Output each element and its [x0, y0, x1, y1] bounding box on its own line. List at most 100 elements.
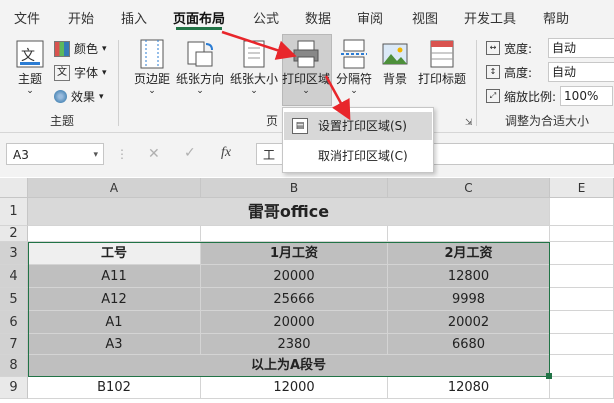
set-print-area-item[interactable]: ▤ 设置打印区域(S) — [284, 112, 432, 140]
header-cell-id[interactable]: 工号 — [28, 242, 201, 265]
table-cell[interactable] — [550, 311, 614, 334]
margins-icon — [140, 39, 164, 69]
print-area-label: 打印区域 — [281, 72, 330, 86]
row-header-8[interactable]: 8 — [0, 355, 28, 377]
column-header-a[interactable]: A — [28, 178, 201, 198]
column-header-e[interactable]: E — [550, 178, 614, 198]
row-header-5[interactable]: 5 — [0, 288, 28, 311]
table-cell[interactable]: 12000 — [201, 377, 388, 399]
svg-text:文: 文 — [21, 48, 35, 64]
chevron-down-icon: ▾ — [102, 67, 107, 78]
table-cell[interactable]: 12080 — [388, 377, 550, 399]
tab-page-layout[interactable]: 页面布局 — [173, 8, 225, 27]
background-label: 背景 — [382, 72, 407, 86]
chevron-down-icon: ⌄ — [148, 86, 156, 96]
table-cell[interactable]: B102 — [28, 377, 201, 399]
table-cell[interactable]: 20000 — [201, 265, 388, 288]
size-label: 纸张大小 — [229, 72, 278, 86]
print-area-button[interactable]: 打印区域 ⌄ — [280, 38, 332, 96]
themes-button[interactable]: 文 主题 ⌄ — [10, 38, 50, 96]
header-cell-jan[interactable]: 1月工资 — [201, 242, 388, 265]
tab-help[interactable]: 帮助 — [543, 8, 569, 27]
column-header-b[interactable]: B — [201, 178, 388, 198]
table-cell[interactable]: 6680 — [388, 334, 550, 355]
select-all-corner[interactable] — [0, 178, 28, 198]
table-cell[interactable] — [550, 198, 614, 226]
breaks-button[interactable]: 分隔符 ⌄ — [334, 38, 374, 96]
set-print-area-icon: ▤ — [292, 118, 308, 134]
table-cell[interactable]: A12 — [28, 288, 201, 311]
height-control[interactable]: ↕ 高度: 自动 — [486, 62, 614, 82]
clear-print-area-item[interactable]: 取消打印区域(C) — [284, 142, 432, 170]
print-area-menu: ▤ 设置打印区域(S) 取消打印区域(C) — [282, 107, 434, 173]
row-header-3[interactable]: 3 — [0, 242, 28, 265]
margins-button[interactable]: 页边距 ⌄ — [130, 38, 174, 96]
table-cell[interactable] — [550, 288, 614, 311]
breaks-label: 分隔符 — [335, 72, 372, 86]
table-cell[interactable] — [550, 355, 614, 377]
chevron-down-icon: ▾ — [99, 91, 104, 102]
row-header-1[interactable]: 1 — [0, 198, 28, 226]
table-cell[interactable]: 2380 — [201, 334, 388, 355]
ribbon-tab-bar: 文件 开始 插入 页面布局 公式 数据 审阅 视图 开发工具 帮助 — [0, 0, 614, 34]
table-cell[interactable] — [388, 226, 550, 242]
name-box[interactable]: A3 ▾ — [6, 143, 104, 165]
cancel-icon[interactable]: ✕ — [148, 146, 160, 162]
table-cell[interactable] — [550, 334, 614, 355]
table-cell[interactable] — [550, 226, 614, 242]
scale-label: 缩放比例: — [504, 89, 557, 104]
header-cell-feb[interactable]: 2月工资 — [388, 242, 550, 265]
colors-label: 颜色 — [74, 42, 99, 56]
width-select[interactable]: 自动 — [548, 38, 614, 58]
size-button[interactable]: 纸张大小 ⌄ — [228, 38, 280, 96]
table-cell[interactable] — [28, 226, 201, 242]
tab-formulas[interactable]: 公式 — [253, 8, 279, 27]
tab-developer[interactable]: 开发工具 — [464, 8, 516, 27]
print-titles-button[interactable]: 打印标题 — [414, 38, 470, 87]
table-cell[interactable] — [550, 265, 614, 288]
enter-icon[interactable]: ✓ — [184, 145, 196, 161]
row-header-7[interactable]: 7 — [0, 334, 28, 355]
row-header-9[interactable]: 9 — [0, 377, 28, 399]
insert-function-icon[interactable]: fx — [221, 145, 231, 161]
row-header-4[interactable]: 4 — [0, 265, 28, 288]
colors-button[interactable]: 颜色 ▾ — [54, 40, 107, 57]
sheet-title-cell[interactable]: 雷哥office — [28, 198, 550, 226]
chevron-down-icon: ⌄ — [26, 86, 34, 96]
row-header-6[interactable]: 6 — [0, 311, 28, 334]
table-cell[interactable] — [550, 242, 614, 265]
tab-view[interactable]: 视图 — [412, 8, 438, 27]
height-select[interactable]: 自动 — [548, 62, 614, 82]
tab-home[interactable]: 开始 — [68, 8, 94, 27]
row-header-2[interactable]: 2 — [0, 226, 28, 242]
table-cell[interactable]: 12800 — [388, 265, 550, 288]
table-cell[interactable]: 25666 — [201, 288, 388, 311]
effects-button[interactable]: 效果 ▾ — [54, 88, 104, 105]
fill-handle[interactable] — [546, 373, 552, 379]
group-divider — [476, 40, 477, 126]
table-cell[interactable] — [201, 226, 388, 242]
fonts-button[interactable]: 文 字体 ▾ — [54, 64, 107, 81]
table-cell[interactable]: 20002 — [388, 311, 550, 334]
tab-file[interactable]: 文件 — [14, 8, 40, 27]
orientation-button[interactable]: 纸张方向 ⌄ — [174, 38, 226, 96]
column-header-c[interactable]: C — [388, 178, 550, 198]
tab-insert[interactable]: 插入 — [121, 8, 147, 27]
table-cell[interactable]: A3 — [28, 334, 201, 355]
group-divider — [118, 40, 119, 126]
scale-control[interactable]: ⤢ 缩放比例: 100% — [486, 86, 614, 106]
width-icon: ↔ — [486, 41, 500, 55]
width-control[interactable]: ↔ 宽度: 自动 — [486, 38, 614, 58]
fonts-label: 字体 — [74, 66, 99, 80]
note-cell[interactable]: 以上为A段号 — [28, 355, 550, 377]
dialog-launcher-icon[interactable]: ⇲ — [465, 118, 473, 128]
table-cell[interactable]: A1 — [28, 311, 201, 334]
background-button[interactable]: 背景 — [378, 38, 412, 87]
tab-review[interactable]: 审阅 — [357, 8, 383, 27]
table-cell[interactable]: 9998 — [388, 288, 550, 311]
table-cell[interactable]: A11 — [28, 265, 201, 288]
table-cell[interactable]: 20000 — [201, 311, 388, 334]
scale-input[interactable]: 100% — [560, 86, 614, 106]
tab-data[interactable]: 数据 — [305, 8, 331, 27]
table-cell[interactable] — [550, 377, 614, 399]
